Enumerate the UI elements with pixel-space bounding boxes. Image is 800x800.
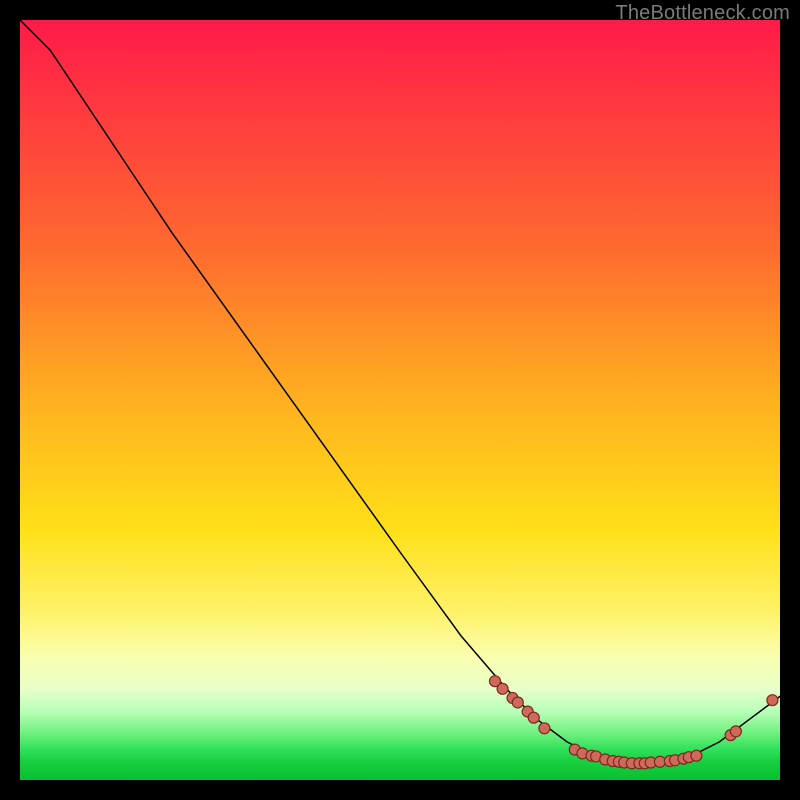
chart-svg <box>20 20 780 780</box>
data-point <box>691 750 702 761</box>
data-point <box>512 697 523 708</box>
data-points-group <box>490 676 778 769</box>
data-point <box>497 683 508 694</box>
watermark-text: TheBottleneck.com <box>615 2 790 25</box>
data-point <box>528 712 539 723</box>
data-point <box>730 726 741 737</box>
data-point <box>539 723 550 734</box>
data-point <box>767 695 778 706</box>
bottleneck-curve <box>20 20 780 765</box>
plot-gradient-background <box>20 20 780 780</box>
chart-container: TheBottleneck.com <box>0 0 800 800</box>
